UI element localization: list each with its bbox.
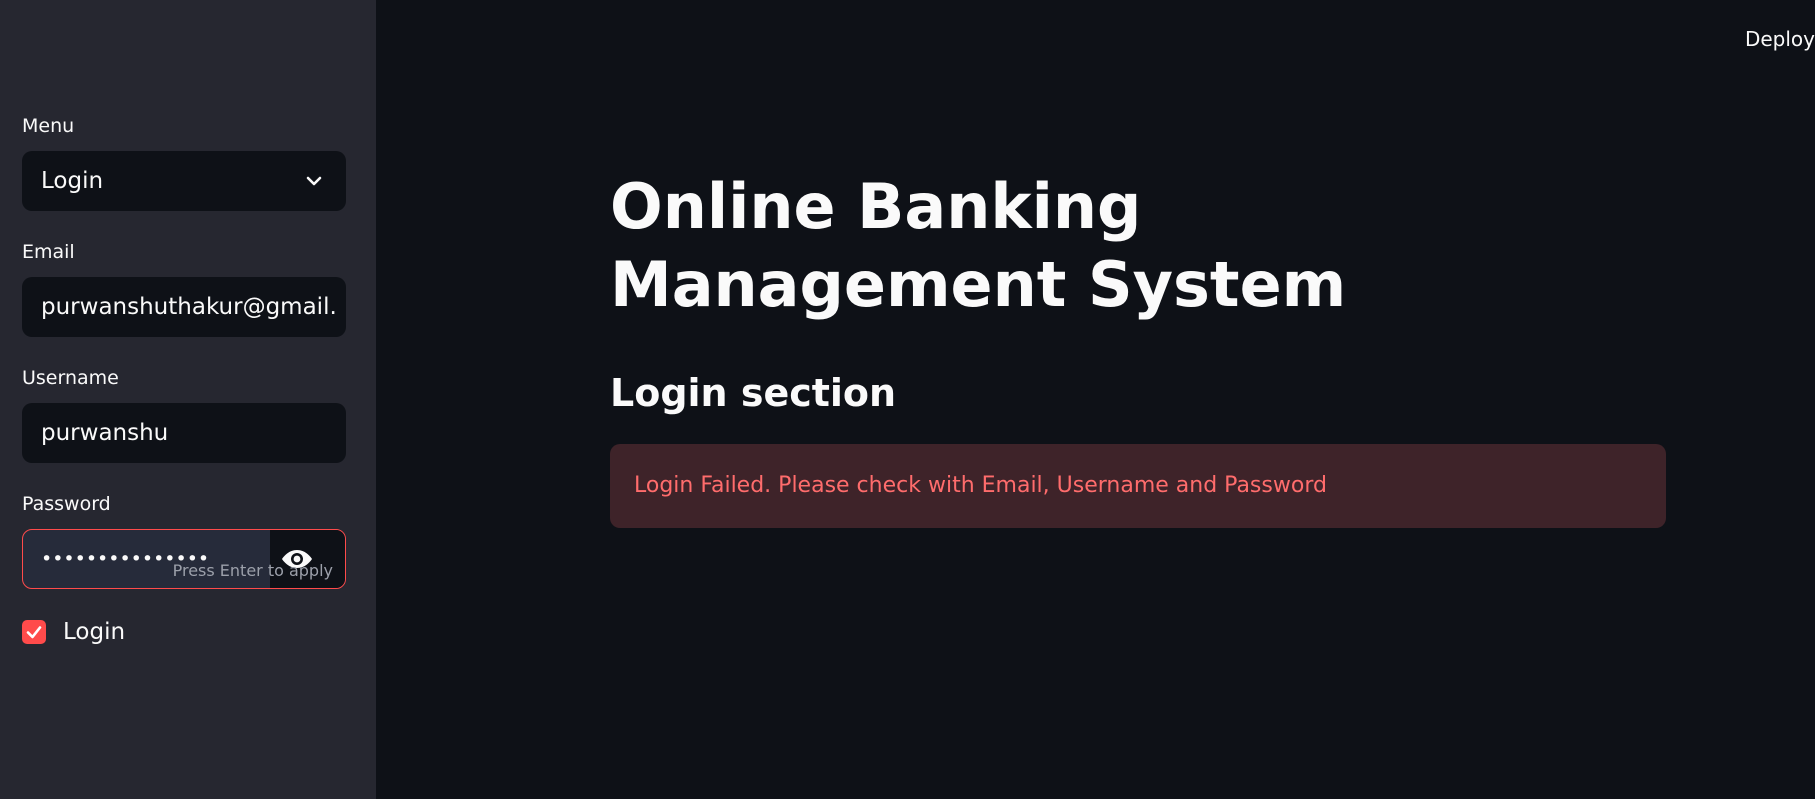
menu-select-value: Login (41, 168, 104, 194)
deploy-button[interactable]: Deploy (1745, 26, 1815, 52)
login-checkbox[interactable] (22, 620, 46, 644)
error-alert: Login Failed. Please check with Email, U… (610, 444, 1666, 528)
email-field[interactable]: purwanshuthakur@gmail.com (22, 277, 346, 337)
username-field[interactable]: purwanshu (22, 403, 346, 463)
sidebar: Menu Login Email purwanshuthakur@gmail.c… (0, 0, 376, 799)
press-enter-hint: Press Enter to apply (172, 561, 333, 580)
error-alert-text: Login Failed. Please check with Email, U… (634, 473, 1327, 498)
page-title: Online Banking Management System (610, 170, 1347, 321)
checkmark-icon (26, 626, 42, 639)
username-field-value: purwanshu (41, 420, 169, 446)
app-root: Menu Login Email purwanshuthakur@gmail.c… (0, 0, 1815, 799)
password-field[interactable]: ••••••••••••••• Press Enter to apply (22, 529, 346, 589)
login-checkbox-label: Login (63, 619, 126, 645)
login-checkbox-row[interactable]: Login (22, 618, 125, 646)
section-title: Login section (610, 371, 897, 415)
chevron-down-icon (306, 176, 322, 186)
username-label: Username (22, 367, 119, 389)
menu-label: Menu (22, 115, 75, 137)
email-label: Email (22, 241, 75, 263)
password-label: Password (22, 493, 111, 515)
email-field-value: purwanshuthakur@gmail.com (41, 294, 337, 320)
menu-select[interactable]: Login (22, 151, 346, 211)
